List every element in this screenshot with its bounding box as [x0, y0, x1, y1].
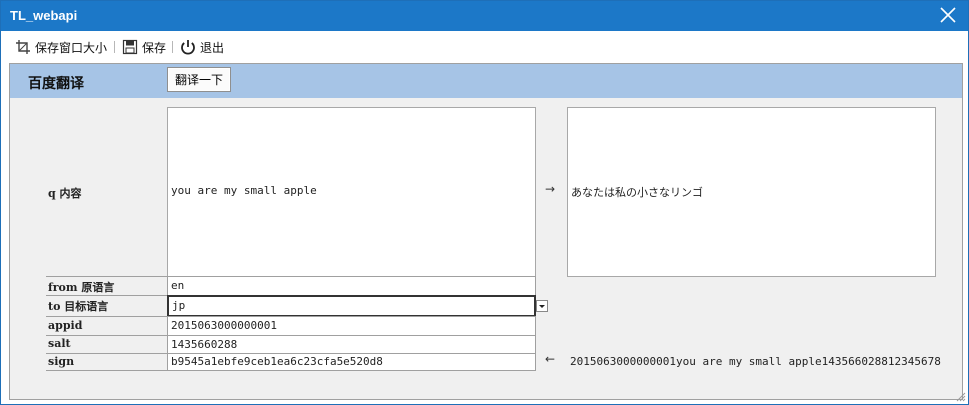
appid-field-value: 2015063000000001	[171, 319, 277, 332]
chevron-down-icon	[539, 305, 545, 308]
crop-icon	[16, 40, 30, 54]
appid-field[interactable]: 2015063000000001	[167, 316, 536, 336]
close-icon[interactable]	[938, 5, 958, 25]
row-divider	[46, 316, 168, 317]
save-button[interactable]: 保存	[122, 38, 166, 56]
arrow-left: ←	[545, 352, 556, 366]
window-title: TL_webapi	[10, 8, 78, 23]
panel-title: 百度翻译	[28, 76, 84, 92]
from-field-value: en	[171, 279, 185, 292]
sign-source-text: 2015063000000001you are my small apple14…	[570, 355, 941, 368]
power-icon	[181, 40, 195, 55]
to-language-select[interactable]: jp	[167, 295, 536, 317]
to-label: to 目标语言	[48, 300, 109, 313]
translate-panel: 百度翻译 翻译一下 q 内容 you are my small apple → …	[9, 63, 963, 400]
row-divider	[46, 295, 168, 296]
sign-field-value: b9545a1ebfe9ceb1ea6c23cfa5e520d8	[171, 355, 383, 368]
title-bar[interactable]: TL_webapi	[1, 1, 968, 31]
q-input[interactable]: you are my small apple	[167, 107, 536, 277]
save-window-size-label: 保存窗口大小	[35, 40, 108, 55]
row-divider	[46, 370, 168, 371]
toolbar-divider	[114, 41, 115, 53]
salt-field[interactable]: 1435660288	[167, 335, 536, 354]
appid-label: appid	[48, 319, 83, 332]
exit-button[interactable]: 退出	[180, 38, 224, 56]
to-language-value: jp	[172, 299, 186, 312]
app-window: TL_webapi 保存窗口大小 保存 退出 百度翻译 翻译一下 q 内容 yo…	[0, 0, 969, 405]
panel-header: 百度翻译 翻译一下	[10, 64, 962, 98]
result-output-value: あなたは私の小さなリンゴ	[571, 186, 703, 199]
sign-label: sign	[48, 355, 75, 368]
row-divider	[46, 353, 168, 354]
row-divider	[46, 335, 168, 336]
toolbar-divider	[172, 41, 173, 53]
exit-label: 退出	[200, 40, 225, 55]
save-window-size-button[interactable]: 保存窗口大小	[15, 38, 107, 56]
q-label: q 内容	[48, 187, 82, 200]
translate-button[interactable]: 翻译一下	[167, 67, 231, 92]
save-label: 保存	[142, 40, 167, 55]
from-field[interactable]: en	[167, 276, 536, 296]
result-output[interactable]: あなたは私の小さなリンゴ	[567, 107, 936, 277]
resize-grip-icon[interactable]	[954, 390, 966, 402]
row-divider	[46, 276, 168, 277]
salt-label: salt	[48, 337, 71, 350]
toolbar: 保存窗口大小 保存 退出	[1, 32, 968, 62]
from-label: from 原语言	[48, 281, 115, 294]
q-input-value: you are my small apple	[171, 184, 317, 197]
arrow-right: →	[545, 182, 556, 196]
salt-field-value: 1435660288	[171, 338, 238, 351]
sign-field[interactable]: b9545a1ebfe9ceb1ea6c23cfa5e520d8	[167, 353, 536, 371]
floppy-disk-icon	[122, 39, 138, 55]
dropdown-button[interactable]	[536, 300, 548, 312]
